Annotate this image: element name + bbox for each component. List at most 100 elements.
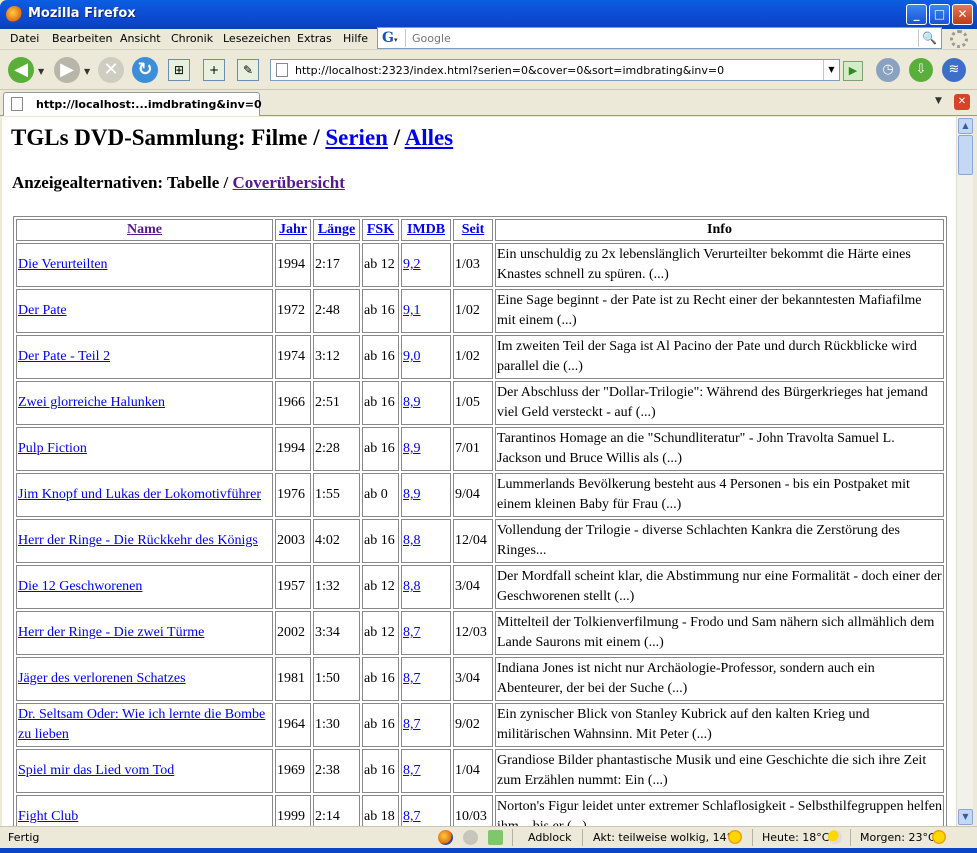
tab-list-dropdown-icon[interactable]: ▼ (935, 96, 942, 106)
sort-seit-link[interactable]: Seit (462, 222, 485, 237)
check-icon[interactable] (488, 830, 503, 845)
minimize-button[interactable]: _ (906, 4, 927, 25)
imdb-rating-link[interactable]: 8,7 (403, 763, 421, 778)
header-laenge[interactable]: Länge (313, 219, 360, 241)
sort-fsk-link[interactable]: FSK (367, 222, 394, 237)
back-arrow-icon[interactable]: ◀ (8, 57, 34, 83)
forward-arrow-icon[interactable]: ▶ (54, 57, 80, 83)
menu-chronik[interactable]: Chronik (171, 32, 213, 45)
vertical-scrollbar[interactable]: ▲ ▼ (956, 117, 973, 826)
movie-title-link[interactable]: Der Pate - Teil 2 (18, 349, 110, 364)
search-input[interactable] (410, 30, 910, 46)
imdb-rating-link[interactable]: 8,9 (403, 487, 421, 502)
cell-name[interactable]: Jäger des verlorenen Schatzes (16, 657, 273, 701)
movie-title-link[interactable]: Der Pate (18, 303, 67, 318)
firefox-status-icon[interactable] (438, 830, 453, 845)
cell-imdb[interactable]: 9,2 (401, 243, 451, 287)
download-icon[interactable]: ⇩ (909, 58, 933, 82)
cell-name[interactable]: Jim Knopf und Lukas der Lokomotivführer (16, 473, 273, 517)
movie-title-link[interactable]: Spiel mir das Lied vom Tod (18, 763, 174, 778)
movie-title-link[interactable]: Die 12 Geschworenen (18, 579, 142, 594)
cell-imdb[interactable]: 9,0 (401, 335, 451, 379)
cell-imdb[interactable]: 8,7 (401, 795, 451, 826)
imdb-rating-link[interactable]: 9,2 (403, 257, 421, 272)
cell-name[interactable]: Der Pate (16, 289, 273, 333)
header-imdb[interactable]: IMDB (401, 219, 451, 241)
url-text[interactable]: http://localhost:2323/index.html?serien=… (295, 64, 724, 77)
imdb-rating-link[interactable]: 8,8 (403, 579, 421, 594)
cell-name[interactable]: Die Verurteilten (16, 243, 273, 287)
cell-imdb[interactable]: 8,9 (401, 427, 451, 471)
scroll-up-arrow-icon[interactable]: ▲ (958, 118, 973, 134)
series-link[interactable]: Serien (325, 125, 388, 150)
header-name[interactable]: Name (16, 219, 273, 241)
imdb-rating-link[interactable]: 8,8 (403, 533, 421, 548)
imdb-rating-link[interactable]: 8,7 (403, 717, 421, 732)
cell-imdb[interactable]: 8,8 (401, 565, 451, 609)
stop-icon[interactable]: ✕ (98, 57, 124, 83)
address-bar[interactable]: http://localhost:2323/index.html?serien=… (270, 59, 840, 81)
all-link[interactable]: Alles (405, 125, 454, 150)
cell-imdb[interactable]: 8,8 (401, 519, 451, 563)
close-window-button[interactable]: ✕ (952, 4, 973, 25)
movie-title-link[interactable]: Herr der Ringe - Die zwei Türme (18, 625, 204, 640)
cell-imdb[interactable]: 8,7 (401, 749, 451, 793)
header-jahr[interactable]: Jahr (275, 219, 311, 241)
cell-name[interactable]: Spiel mir das Lied vom Tod (16, 749, 273, 793)
menu-bearbeiten[interactable]: Bearbeiten (52, 32, 112, 45)
cell-imdb[interactable]: 8,7 (401, 703, 451, 747)
block-icon[interactable] (463, 830, 478, 845)
cover-overview-link[interactable]: Coverübersicht (233, 173, 345, 192)
adblock-label[interactable]: Adblock (528, 831, 572, 844)
scroll-down-arrow-icon[interactable]: ▼ (958, 809, 973, 825)
reload-icon[interactable]: ↻ (132, 57, 158, 83)
sort-name-link[interactable]: Name (127, 222, 162, 237)
movie-title-link[interactable]: Zwei glorreiche Halunken (18, 395, 165, 410)
imdb-rating-link[interactable]: 8,9 (403, 441, 421, 456)
maximize-button[interactable]: □ (929, 4, 950, 25)
menu-datei[interactable]: Datei (10, 32, 39, 45)
tab-current[interactable]: http://localhost:...imdbrating&inv=0 (3, 92, 262, 116)
header-fsk[interactable]: FSK (362, 219, 399, 241)
imdb-rating-link[interactable]: 8,7 (403, 625, 421, 640)
cell-imdb[interactable]: 8,9 (401, 381, 451, 425)
movie-title-link[interactable]: Pulp Fiction (18, 441, 87, 456)
close-tab-icon[interactable]: ✕ (954, 94, 970, 110)
sort-jahr-link[interactable]: Jahr (279, 222, 307, 237)
url-dropdown-icon[interactable]: ▼ (823, 60, 839, 80)
imdb-rating-link[interactable]: 8,9 (403, 395, 421, 410)
cell-name[interactable]: Pulp Fiction (16, 427, 273, 471)
go-arrow-icon[interactable]: ▶ (843, 61, 863, 81)
sort-laenge-link[interactable]: Länge (318, 222, 355, 237)
menu-lesezeichen[interactable]: Lesezeichen (223, 32, 291, 45)
feed-icon[interactable]: ≋ (942, 58, 966, 82)
cell-name[interactable]: Fight Club (16, 795, 273, 826)
forward-history-dropdown-icon[interactable]: ▼ (84, 67, 90, 76)
menu-extras[interactable]: Extras (297, 32, 332, 45)
movie-title-link[interactable]: Herr der Ringe - Die Rückkehr des Königs (18, 533, 258, 548)
cell-name[interactable]: Dr. Seltsam Oder: Wie ich lernte die Bom… (16, 703, 273, 747)
sort-imdb-link[interactable]: IMDB (407, 222, 445, 237)
add-bookmark-icon[interactable]: + (203, 59, 225, 81)
header-seit[interactable]: Seit (453, 219, 493, 241)
cell-name[interactable]: Der Pate - Teil 2 (16, 335, 273, 379)
new-tab-icon[interactable]: ⊞ (168, 59, 190, 81)
cell-name[interactable]: Zwei glorreiche Halunken (16, 381, 273, 425)
search-engine-selector[interactable]: G▾ (380, 29, 406, 47)
movie-title-link[interactable]: Fight Club (18, 809, 78, 824)
menu-hilfe[interactable]: Hilfe (343, 32, 368, 45)
cell-imdb[interactable]: 8,9 (401, 473, 451, 517)
imdb-rating-link[interactable]: 9,1 (403, 303, 421, 318)
imdb-rating-link[interactable]: 9,0 (403, 349, 421, 364)
cell-name[interactable]: Herr der Ringe - Die zwei Türme (16, 611, 273, 655)
movie-title-link[interactable]: Die Verurteilten (18, 257, 108, 272)
search-magnifier-icon[interactable]: 🔍 (918, 29, 940, 47)
cell-name[interactable]: Herr der Ringe - Die Rückkehr des Königs (16, 519, 273, 563)
movie-title-link[interactable]: Dr. Seltsam Oder: Wie ich lernte die Bom… (18, 707, 265, 742)
edit-page-icon[interactable]: ✎ (237, 59, 259, 81)
movie-title-link[interactable]: Jäger des verlorenen Schatzes (18, 671, 186, 686)
cell-imdb[interactable]: 8,7 (401, 657, 451, 701)
imdb-rating-link[interactable]: 8,7 (403, 809, 421, 824)
history-clock-icon[interactable]: ◷ (876, 58, 900, 82)
back-history-dropdown-icon[interactable]: ▼ (38, 67, 44, 76)
